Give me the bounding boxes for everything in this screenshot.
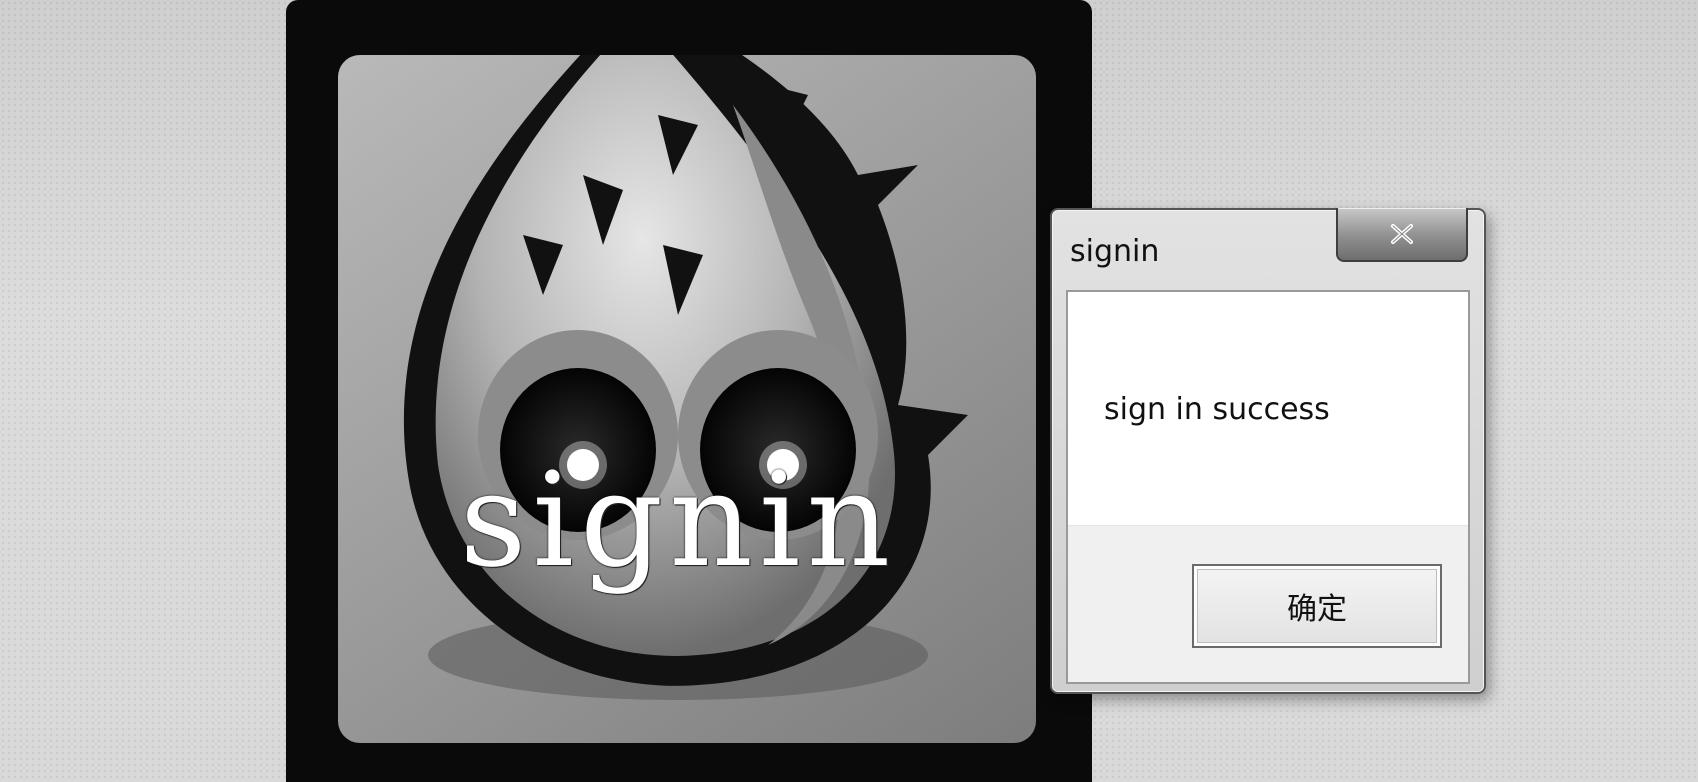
dialog-footer: 确定 (1068, 525, 1468, 682)
game-canvas[interactable]: signin (338, 55, 1036, 743)
dialog-title: signin (1070, 234, 1160, 269)
dialog-message: sign in success (1104, 392, 1330, 427)
dialog-body: sign in success 确定 (1066, 290, 1470, 684)
game-title-text: signin (459, 444, 897, 596)
game-window: signin (286, 0, 1092, 782)
mascot-logo-icon (403, 55, 968, 700)
close-icon (1391, 224, 1413, 244)
ok-button[interactable]: 确定 (1192, 564, 1442, 648)
message-dialog: signin sign in success 确定 (1050, 208, 1486, 694)
dialog-close-button[interactable] (1336, 208, 1468, 262)
